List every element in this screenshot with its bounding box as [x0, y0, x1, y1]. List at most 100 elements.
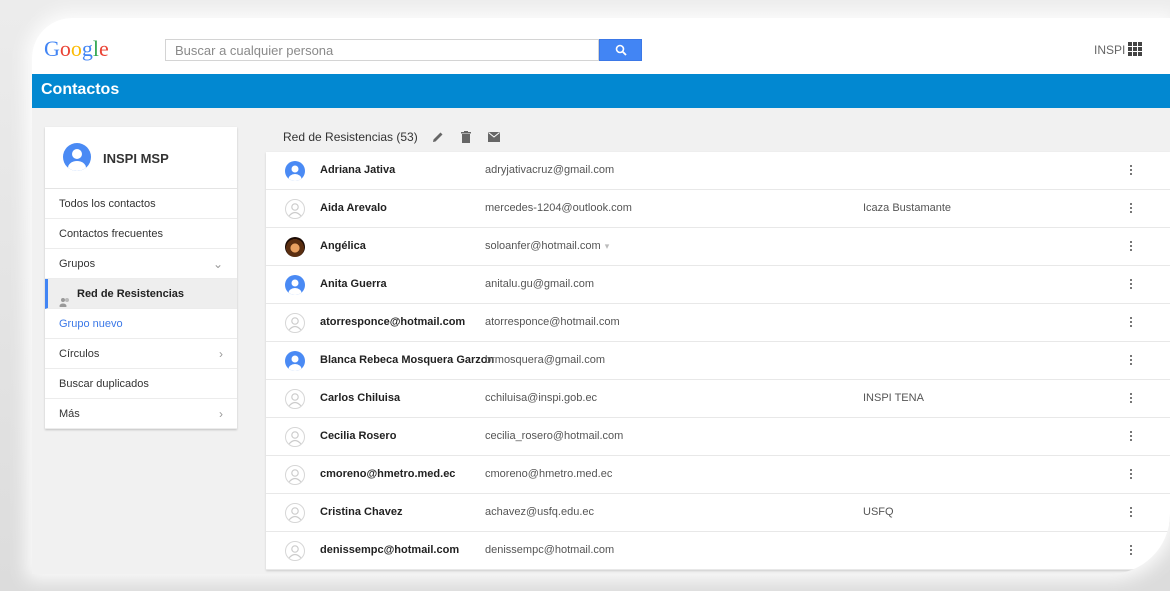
apps-grid-icon[interactable] [1128, 42, 1142, 56]
more-vert-icon[interactable] [1126, 314, 1136, 330]
sidebar-item-contactos-frecuentes[interactable]: Contactos frecuentes [45, 219, 237, 249]
contact-email[interactable]: cecilia_rosero@hotmail.com [485, 430, 623, 442]
contact-row[interactable]: Aida Arevalo mercedes-1204@outlook.com Ica… [266, 190, 1170, 228]
contact-name[interactable]: Cecilia Rosero [320, 430, 396, 442]
contact-organization: Icaza Bustamante [863, 202, 952, 214]
contact-row[interactable]: Cristina Chavez achavez@usfq.edu.ec USFQ [266, 494, 1170, 532]
contact-email-text: brmosquera@gmail.com [485, 354, 605, 366]
pencil-icon[interactable] [430, 130, 446, 144]
top-bar: Google Buscar a cualquier persona INSPI [32, 18, 1170, 74]
logo-letter: g [81, 36, 93, 61]
sidebar-item-más[interactable]: Más › [45, 399, 237, 429]
more-vert-icon[interactable] [1126, 390, 1136, 406]
contact-name[interactable]: Adriana Jativa [320, 164, 395, 176]
more-vert-icon[interactable] [1126, 238, 1136, 254]
contact-email-text: anitalu.gu@gmail.com [485, 278, 594, 290]
contact-name[interactable]: Angélica [320, 240, 366, 252]
sidebar-item-grupos[interactable]: Grupos ⌄ [45, 249, 237, 279]
avatar [285, 389, 305, 409]
google-logo[interactable]: Google [44, 36, 109, 62]
sidebar-item-red-de-resistencias[interactable]: Red de Resistencias [45, 279, 237, 309]
contact-row[interactable]: denissempc@hotmail.com denissempc@hotmail… [266, 532, 1170, 570]
contact-email-text: mercedes-1204@outlook.com [485, 202, 632, 214]
contact-name[interactable]: Cristina Chavez [320, 506, 403, 518]
sidebar-item-círculos[interactable]: Círculos › [45, 339, 237, 369]
sidebar-item-buscar-duplicados[interactable]: Buscar duplicados [45, 369, 237, 399]
more-vert-icon[interactable] [1126, 466, 1136, 482]
contact-row[interactable]: Adriana Jativa adryjativacruz@gmail.com [266, 152, 1170, 190]
account-card[interactable]: INSPI MSP [45, 127, 237, 189]
sidebar-item-label: Grupos [59, 258, 96, 270]
more-vert-icon[interactable] [1126, 504, 1136, 520]
contact-email-text: atorresponce@hotmail.com [485, 316, 620, 328]
logo-letter: G [44, 36, 60, 61]
contact-email[interactable]: mercedes-1204@outlook.com [485, 202, 632, 214]
sidebar-item-todos-los-contactos[interactable]: Todos los contactos [45, 189, 237, 219]
contact-email[interactable]: achavez@usfq.edu.ec [485, 506, 594, 518]
sidebar-item-label: Círculos [59, 348, 100, 360]
contact-name[interactable]: Blanca Rebeca Mosquera Garzon [320, 354, 494, 366]
avatar [285, 237, 305, 257]
avatar [285, 161, 305, 181]
contact-name[interactable]: atorresponce@hotmail.com [320, 316, 465, 328]
contact-email[interactable]: adryjativacruz@gmail.com [485, 164, 614, 176]
avatar [285, 503, 305, 523]
more-vert-icon[interactable] [1126, 352, 1136, 368]
chevron-down-icon[interactable]: ▾ [605, 241, 610, 251]
search-button[interactable] [599, 39, 642, 61]
search-input[interactable]: Buscar a cualquier persona [165, 39, 599, 61]
contact-email[interactable]: atorresponce@hotmail.com [485, 316, 620, 328]
sidebar-item-label: Contactos frecuentes [59, 228, 163, 240]
more-vert-icon[interactable] [1126, 428, 1136, 444]
trash-icon[interactable] [458, 130, 474, 144]
contact-email-text: soloanfer@hotmail.com [485, 240, 601, 252]
contact-email-text: cchiluisa@inspi.gob.ec [485, 392, 598, 404]
avatar [285, 275, 305, 295]
contact-row[interactable]: Blanca Rebeca Mosquera Garzon brmosquera@… [266, 342, 1170, 380]
avatar [285, 465, 305, 485]
avatar [285, 541, 305, 561]
contact-row[interactable]: Carlos Chiluisa cchiluisa@inspi.gob.ec INS… [266, 380, 1170, 418]
contact-row[interactable]: cmoreno@hmetro.med.ec cmoreno@hmetro.med.… [266, 456, 1170, 494]
logo-letter: o [59, 36, 71, 61]
page-title: Contactos [41, 81, 120, 98]
contact-row[interactable]: atorresponce@hotmail.com atorresponce@hot… [266, 304, 1170, 342]
contact-email[interactable]: denissempc@hotmail.com [485, 544, 614, 556]
group-icon [59, 289, 71, 309]
contact-name[interactable]: Anita Guerra [320, 278, 387, 290]
contact-organization: USFQ [863, 506, 894, 518]
contact-row[interactable]: Angélica soloanfer@hotmail.com ▾ [266, 228, 1170, 266]
account-name: INSPI MSP [103, 151, 169, 166]
avatar [63, 143, 91, 171]
more-vert-icon[interactable] [1126, 162, 1136, 178]
sidebar: INSPI MSP Todos los contactos Contactos f… [45, 127, 237, 429]
mail-icon[interactable] [486, 130, 502, 144]
more-vert-icon[interactable] [1126, 276, 1136, 292]
contact-name[interactable]: Carlos Chiluisa [320, 392, 400, 404]
app-header: Contactos [32, 74, 1170, 108]
contact-email-text: denissempc@hotmail.com [485, 544, 615, 556]
contact-email[interactable]: cchiluisa@inspi.gob.ec [485, 392, 597, 404]
contact-email[interactable]: anitalu.gu@gmail.com [485, 278, 594, 290]
sidebar-item-label: Más [59, 408, 80, 420]
contact-email-text: cmoreno@hmetro.med.ec [485, 468, 613, 480]
chevron-right-icon: › [219, 407, 223, 421]
contact-email[interactable]: brmosquera@gmail.com [485, 354, 605, 366]
contact-name[interactable]: cmoreno@hmetro.med.ec [320, 468, 455, 480]
contact-email[interactable]: cmoreno@hmetro.med.ec [485, 468, 612, 480]
contact-list: Adriana Jativa adryjativacruz@gmail.com Ai… [266, 152, 1170, 570]
more-vert-icon[interactable] [1126, 200, 1136, 216]
more-vert-icon[interactable] [1126, 542, 1136, 558]
contact-email[interactable]: soloanfer@hotmail.com ▾ [485, 240, 609, 252]
contact-name[interactable]: denissempc@hotmail.com [320, 544, 459, 556]
contact-email-text: cecilia_rosero@hotmail.com [485, 430, 624, 442]
sidebar-item-label: Todos los contactos [59, 198, 156, 210]
logo-letter: o [70, 36, 82, 61]
search-icon [615, 44, 627, 56]
avatar [285, 199, 305, 219]
contact-row[interactable]: Cecilia Rosero cecilia_rosero@hotmail.com [266, 418, 1170, 456]
contact-name[interactable]: Aida Arevalo [320, 202, 387, 214]
account-label[interactable]: INSPI [1094, 43, 1125, 57]
sidebar-item-grupo-nuevo[interactable]: Grupo nuevo [45, 309, 237, 339]
contact-row[interactable]: Anita Guerra anitalu.gu@gmail.com [266, 266, 1170, 304]
